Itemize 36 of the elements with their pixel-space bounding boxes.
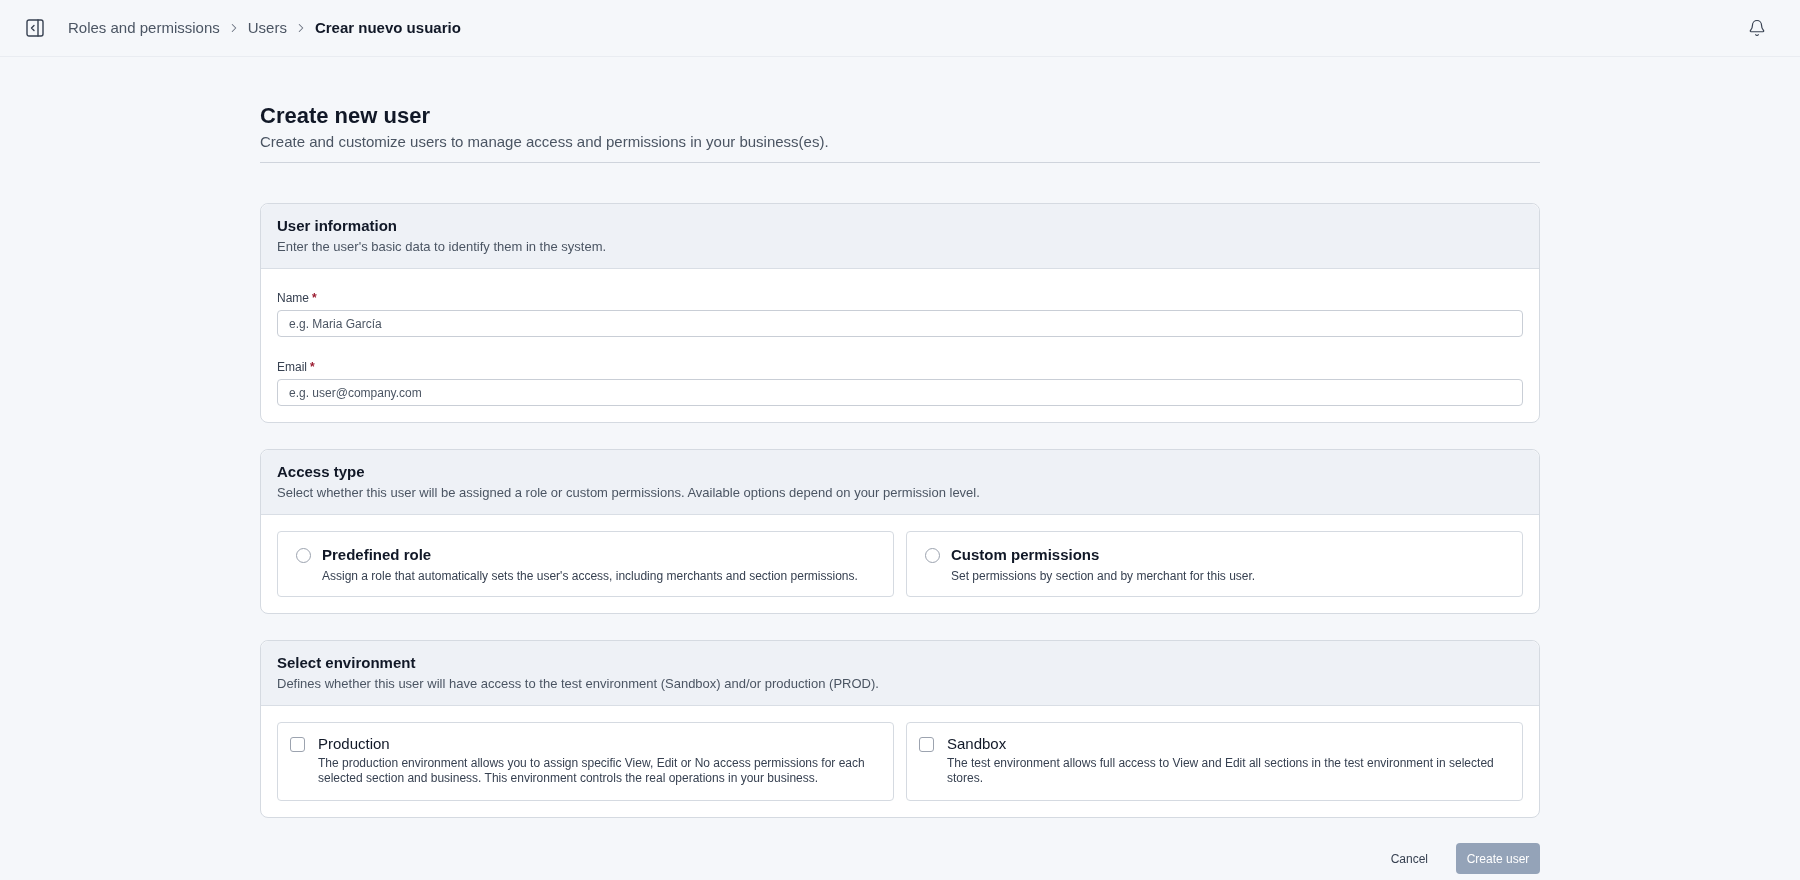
checkbox[interactable] [919, 737, 934, 752]
text-input[interactable]: e.g. user@company.com [277, 379, 1523, 406]
checkbox[interactable] [290, 737, 305, 752]
breadcrumb-current: Crear nuevo usuario [314, 17, 461, 38]
cancel-button[interactable]: Cancel [1380, 843, 1438, 874]
required-asterisk: * [310, 359, 315, 375]
breadcrumb-link[interactable]: Users [247, 16, 287, 40]
option-title: Custom permissions [951, 545, 1101, 565]
option-title: Sandbox [947, 734, 1008, 754]
section-title: Access type [277, 462, 366, 482]
section-description: Enter the user's basic data to identify them in the system. [277, 238, 608, 256]
notification-bell-icon[interactable] [1748, 19, 1766, 37]
section-description: Select whether this user will be assigned a role or custom permissions. Available options depend on your permission level. [277, 484, 981, 502]
field-label: Email [277, 359, 307, 375]
field-label: Name [277, 290, 309, 306]
option-card[interactable]: Predefined role Assign a role that automatically sets the user's access, including merchants and section permissions. [277, 531, 894, 597]
required-asterisk: * [312, 290, 317, 306]
option-card[interactable] [277, 722, 894, 801]
text-input[interactable]: e.g. Maria García [277, 310, 1523, 337]
option-title: Predefined role [322, 545, 433, 565]
section-title: Select environment [277, 653, 417, 673]
sidebar-toggle-icon[interactable] [26, 19, 44, 37]
option-description: Assign a role that automatically sets the user's access, including merchants and section permissions. [322, 568, 858, 584]
section-description: Defines whether this user will have access to the test environment (Sandbox) and/or production (PROD). [277, 675, 880, 693]
option-description: Set permissions by section and by merchant for this user. [951, 568, 1256, 584]
radio-button[interactable] [296, 547, 311, 563]
breadcrumb-link[interactable]: Roles and permissions [68, 16, 220, 40]
option-description: The production environment allows you to assign specific View, Edit or No access permissions for each selected section and business. This environment controls the real operations in your business. [318, 756, 866, 786]
section-title: User information [277, 216, 398, 236]
page-subtitle: Create and customize users to manage access and permissions in your business(es). [260, 132, 830, 152]
page-title: Create new user [260, 102, 431, 130]
option-title: Production [318, 734, 391, 754]
option-description: The test environment allows full access to View and Edit all sections in the test environment in selected stores. [947, 756, 1495, 786]
radio-button[interactable] [925, 547, 940, 563]
option-card[interactable]: Custom permissions Set permissions by section and by merchant for this user. [906, 531, 1523, 597]
option-card[interactable]: Sandbox The test environment allows full access to View and Edit all sections in the test environment in selected stores. [906, 722, 1523, 801]
